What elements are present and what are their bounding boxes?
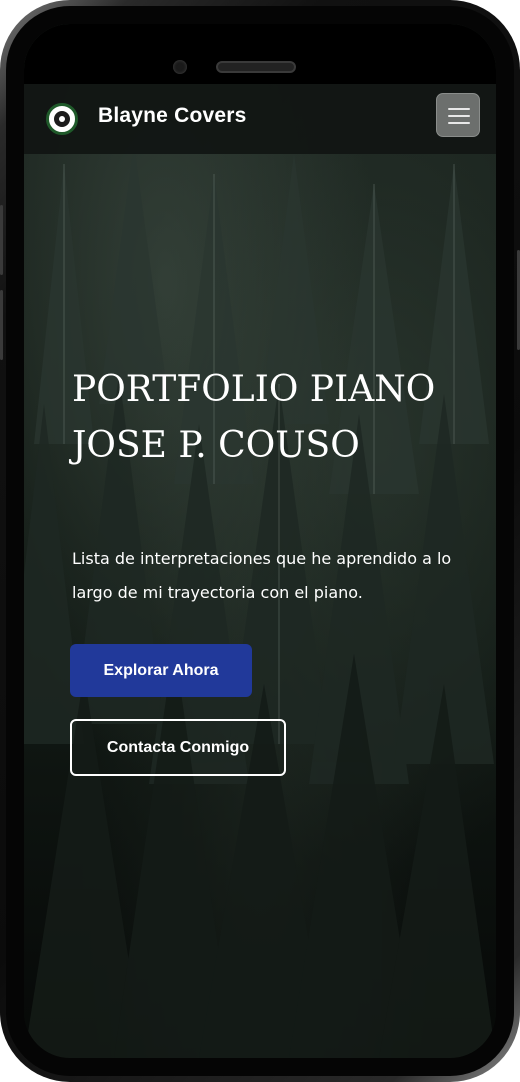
hamburger-menu-icon <box>448 115 470 117</box>
hero-description: Lista de interpretaciones que he aprendi… <box>72 549 452 602</box>
phone-screen: Blayne Covers PORTFOLIO PIANO JOSE P. CO… <box>24 24 496 1058</box>
logo-dot <box>59 116 65 122</box>
navbar: Blayne Covers <box>24 84 496 154</box>
hamburger-menu-icon <box>448 122 470 124</box>
brand-name[interactable]: Blayne Covers <box>98 104 247 128</box>
phone-frame: Blayne Covers PORTFOLIO PIANO JOSE P. CO… <box>0 0 520 1082</box>
phone-side-button <box>0 205 3 275</box>
speaker-grille-icon <box>216 61 296 73</box>
contact-me-button[interactable]: Contacta Conmigo <box>70 719 286 776</box>
forest-trees-graphic <box>24 144 496 1058</box>
forest-background-image <box>24 24 496 1058</box>
piano-logo-icon[interactable] <box>46 103 78 135</box>
explore-now-button[interactable]: Explorar Ahora <box>70 644 252 697</box>
hero-title: PORTFOLIO PIANO JOSE P. COUSO <box>72 369 436 466</box>
phone-side-button <box>0 290 3 360</box>
hamburger-menu-icon <box>448 108 470 110</box>
front-camera-icon <box>173 60 187 74</box>
status-bar-notch <box>24 24 496 84</box>
hamburger-menu-button[interactable] <box>436 93 480 137</box>
